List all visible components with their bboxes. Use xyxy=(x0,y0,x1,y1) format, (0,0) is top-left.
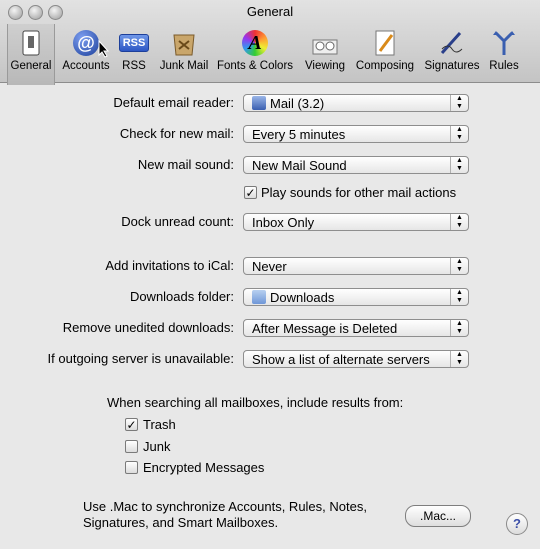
default-reader-popup[interactable]: Mail (3.2) ▲ ▼ xyxy=(243,94,469,112)
junk-checkbox[interactable] xyxy=(125,440,138,453)
dock-count-value: Inbox Only xyxy=(252,215,315,230)
tab-rss[interactable]: RSS RSS xyxy=(116,28,152,78)
play-sounds-checkbox[interactable]: ✓ xyxy=(244,186,257,200)
mail-app-icon xyxy=(252,96,266,110)
check-mail-label: Check for new mail: xyxy=(119,126,234,141)
tab-fonts-colors[interactable]: A Fonts & Colors xyxy=(215,28,295,78)
tab-viewing[interactable]: Viewing xyxy=(300,28,350,78)
window-title: General xyxy=(246,4,294,19)
popup-arrows-icon: ▲ ▼ xyxy=(450,289,468,305)
remove-downloads-value: After Message is Deleted xyxy=(252,321,398,336)
search-heading: When searching all mailboxes, include re… xyxy=(107,395,404,410)
encrypted-checkbox[interactable] xyxy=(125,461,138,474)
mail-sound-label: New mail sound: xyxy=(137,157,234,172)
remove-downloads-popup[interactable]: After Message is Deleted ▲ ▼ xyxy=(243,319,469,337)
tab-label: General xyxy=(10,60,52,72)
popup-arrows-icon: ▲ ▼ xyxy=(450,258,468,274)
popup-arrows-icon: ▲ ▼ xyxy=(450,214,468,230)
mac-description-line2: Signatures, and Smart Mailboxes. xyxy=(83,515,279,530)
outgoing-label: If outgoing server is unavailable: xyxy=(47,351,234,366)
outgoing-value: Show a list of alternate servers xyxy=(252,352,430,367)
popup-arrows-icon: ▲ ▼ xyxy=(450,157,468,173)
play-sounds-label: Play sounds for other mail actions xyxy=(261,185,457,200)
trash-checkbox[interactable]: ✓ xyxy=(125,418,138,432)
mouse-cursor-icon xyxy=(98,40,110,58)
tab-signatures[interactable]: Signatures xyxy=(422,28,482,78)
tab-label: Junk Mail xyxy=(159,60,209,72)
tab-label: RSS xyxy=(122,60,146,72)
invitations-popup[interactable]: Never ▲ ▼ xyxy=(243,257,469,275)
dock-count-label: Dock unread count: xyxy=(121,214,234,229)
tab-general[interactable]: General xyxy=(7,24,55,85)
fonts-icon: A xyxy=(240,28,270,58)
encrypted-label: Encrypted Messages xyxy=(143,460,265,475)
rss-icon: RSS xyxy=(118,28,150,58)
invitations-value: Never xyxy=(252,259,287,274)
popup-arrows-icon: ▲ ▼ xyxy=(450,320,468,336)
tab-label: Fonts & Colors xyxy=(216,60,294,72)
title-bar: General General @ Accounts RSS RSS Junk … xyxy=(0,0,540,85)
tab-label: Accounts xyxy=(62,60,110,72)
tab-label: Composing xyxy=(355,60,415,72)
signatures-icon xyxy=(437,28,467,58)
at-icon: @ xyxy=(71,28,101,58)
tab-label: Rules xyxy=(489,60,519,72)
popup-arrows-icon: ▲ ▼ xyxy=(450,126,468,142)
dock-count-popup[interactable]: Inbox Only ▲ ▼ xyxy=(243,213,469,231)
junk-label: Junk xyxy=(143,439,171,454)
mail-sound-value: New Mail Sound xyxy=(252,158,347,173)
check-mail-popup[interactable]: Every 5 minutes ▲ ▼ xyxy=(243,125,469,143)
mac-description-line1: Use .Mac to synchronize Accounts, Rules,… xyxy=(83,499,367,514)
junk-icon xyxy=(169,28,199,58)
downloads-folder-value: Downloads xyxy=(270,290,335,305)
help-button[interactable]: ? xyxy=(506,513,528,535)
default-reader-label: Default email reader: xyxy=(113,95,234,110)
composing-icon xyxy=(370,28,400,58)
invitations-label: Add invitations to iCal: xyxy=(105,258,234,273)
mail-sound-popup[interactable]: New Mail Sound ▲ ▼ xyxy=(243,156,469,174)
outgoing-popup[interactable]: Show a list of alternate servers ▲ ▼ xyxy=(243,350,469,368)
popup-arrows-icon: ▲ ▼ xyxy=(450,351,468,367)
tab-junk-mail[interactable]: Junk Mail xyxy=(156,28,212,78)
switch-icon xyxy=(16,28,46,58)
downloads-folder-label: Downloads folder: xyxy=(129,289,234,304)
tab-rules[interactable]: Rules xyxy=(486,28,522,78)
rules-icon xyxy=(489,28,519,58)
mac-button[interactable]: .Mac... xyxy=(405,505,471,527)
folder-icon xyxy=(252,290,266,304)
downloads-folder-popup[interactable]: Downloads ▲ ▼ xyxy=(243,288,469,306)
preferences-window: General General @ Accounts RSS RSS Junk … xyxy=(0,0,540,549)
viewing-icon xyxy=(310,28,340,58)
remove-downloads-label: Remove unedited downloads: xyxy=(62,320,234,335)
trash-label: Trash xyxy=(143,417,176,432)
popup-arrows-icon: ▲ ▼ xyxy=(450,95,468,111)
tab-composing[interactable]: Composing xyxy=(354,28,416,78)
check-mail-value: Every 5 minutes xyxy=(252,127,346,142)
tab-label: Signatures xyxy=(424,60,480,72)
default-reader-value: Mail (3.2) xyxy=(270,96,325,111)
tab-label: Viewing xyxy=(304,60,346,72)
